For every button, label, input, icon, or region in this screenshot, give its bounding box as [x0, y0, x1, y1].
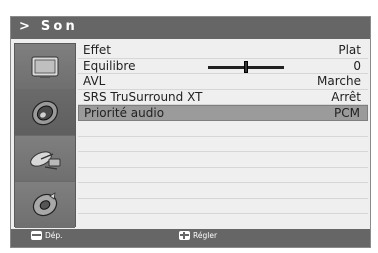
sidebar	[14, 43, 76, 228]
sound-menu-window: > Son Effet Plat Equilibre 0 AVL Marche …	[10, 16, 371, 248]
menu-empty-row	[78, 121, 368, 137]
menu-list: Effet Plat Equilibre 0 AVL Marche SRS Tr…	[78, 43, 368, 227]
menu-item-label: Equilibre	[83, 58, 136, 73]
balance-slider[interactable]	[208, 60, 284, 73]
up-down-key-icon	[31, 231, 42, 240]
menu-item-srs-trusurround[interactable]: SRS TruSurround XT Arrêt	[78, 89, 368, 105]
menu-item-value: Arrêt	[331, 89, 361, 104]
menu-item-effet[interactable]: Effet Plat	[78, 43, 368, 59]
sidebar-item-setup[interactable]	[15, 182, 75, 228]
settings-disc-icon	[32, 192, 58, 217]
menu-item-value: PCM	[334, 106, 360, 120]
menu-item-avl[interactable]: AVL Marche	[78, 74, 368, 90]
adjust-hint: Régler	[179, 231, 217, 240]
menu-item-label: AVL	[83, 74, 106, 88]
move-hint-label: Dép.	[45, 231, 63, 240]
menu-empty-row	[78, 199, 368, 214]
menu-item-value: Plat	[338, 43, 361, 57]
sidebar-item-picture[interactable]	[15, 44, 75, 90]
adjust-hint-label: Régler	[193, 231, 218, 240]
menu-item-equilibre[interactable]: Equilibre 0	[78, 58, 368, 74]
menu-item-label: SRS TruSurround XT	[83, 89, 203, 104]
title-bar: > Son	[11, 17, 370, 39]
menu-empty-row	[78, 183, 368, 199]
menu-item-value: Marche	[317, 74, 361, 88]
menu-empty-row	[78, 168, 368, 183]
menu-empty-row	[78, 214, 368, 230]
move-hint: Dép.	[31, 231, 63, 240]
menu-empty-row	[78, 137, 368, 152]
menu-item-label: Effet	[83, 43, 111, 57]
balance-slider-knob[interactable]	[244, 60, 248, 73]
sidebar-item-sound[interactable]	[15, 90, 75, 136]
sidebar-item-channels[interactable]	[15, 136, 75, 182]
menu-item-priorite-audio[interactable]: Priorité audio PCM	[78, 105, 368, 121]
tv-screen-icon	[31, 56, 59, 78]
sound-speaker-icon	[32, 100, 58, 125]
menu-item-label: Priorité audio	[84, 106, 165, 120]
footer-hints: Dép. Régler	[11, 229, 370, 247]
menu-title: > Son	[19, 19, 78, 34]
menu-empty-row	[78, 152, 368, 168]
satellite-icon	[30, 150, 61, 170]
left-right-key-icon	[179, 231, 190, 240]
menu-item-value: 0	[353, 58, 361, 73]
